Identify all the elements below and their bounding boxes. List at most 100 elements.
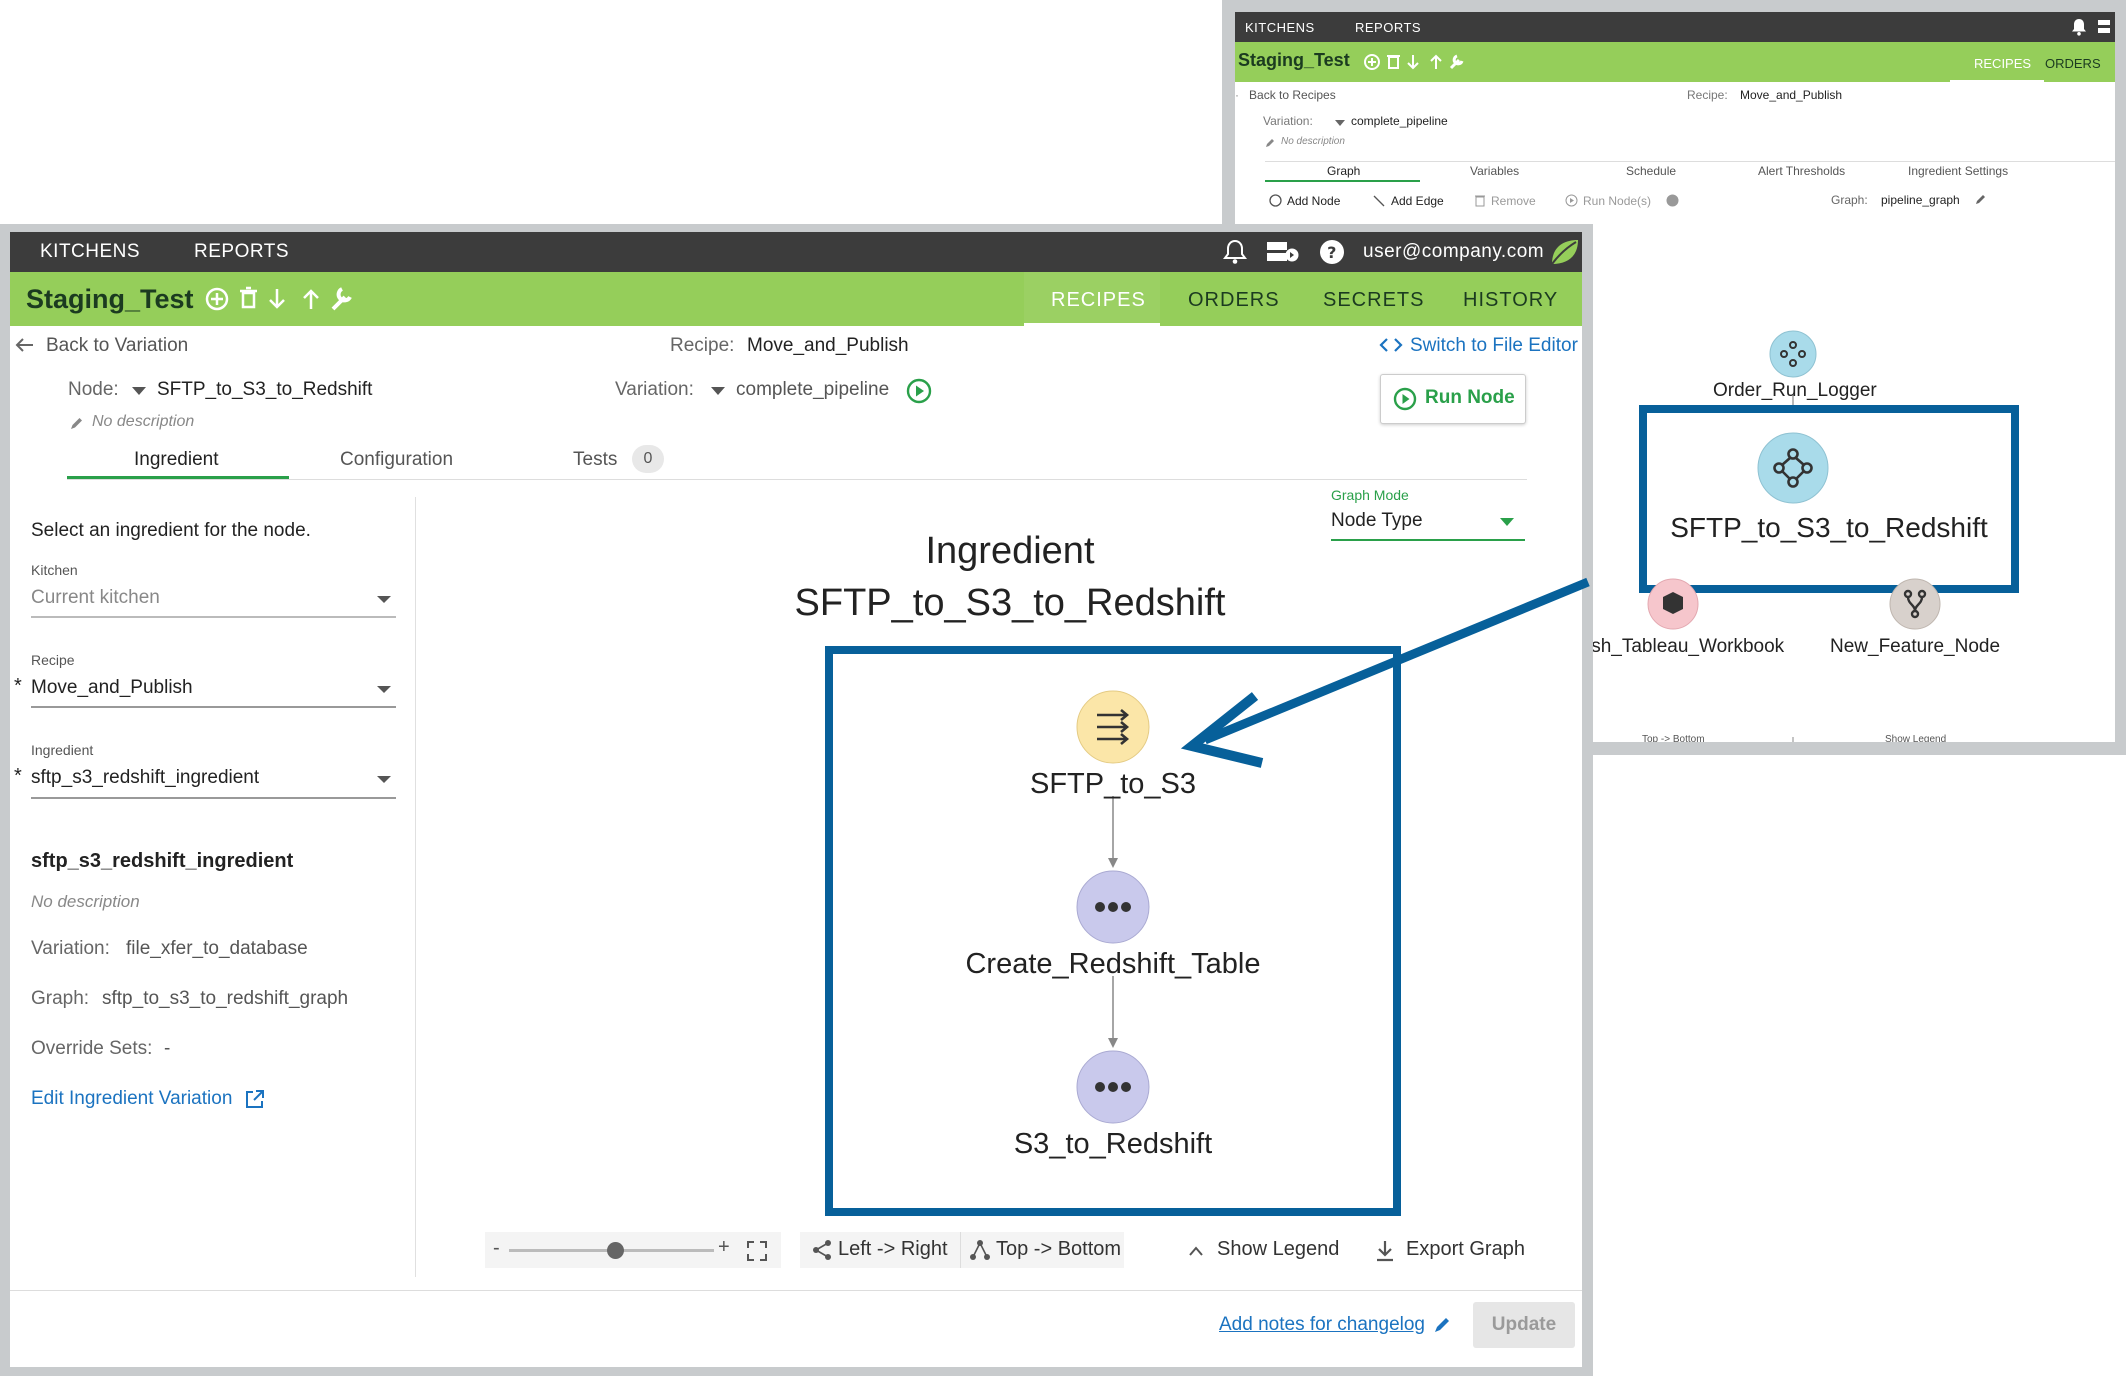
kitchen-title: Staging_Test: [26, 284, 194, 314]
export-graph-button[interactable]: Export Graph: [1406, 1238, 1525, 1261]
add-changelog-notes-link[interactable]: Add notes for changelog: [1219, 1314, 1425, 1336]
recipe-field-label: Recipe: [31, 652, 75, 668]
upload-icon[interactable]: [303, 289, 319, 309]
delete-kitchen-icon[interactable]: [240, 286, 257, 309]
bg-tableau-node[interactable]: [1647, 578, 1699, 630]
bg-show-legend-button[interactable]: Show Legend: [1885, 734, 1946, 742]
bg-new-feature-label: New_Feature_Node: [1830, 636, 2001, 657]
node-caret-icon[interactable]: [132, 387, 146, 395]
code-brackets-icon[interactable]: [1379, 337, 1403, 353]
top-bottom-button[interactable]: Top -> Bottom: [996, 1238, 1121, 1261]
run-node-play-icon: [1393, 387, 1417, 411]
more-dots-icon: [1076, 1050, 1150, 1124]
graph-subtitle: SFTP_to_S3_to_Redshift: [794, 582, 1226, 624]
run-node-button[interactable]: Run Node: [1380, 374, 1526, 424]
update-button[interactable]: Update: [1473, 1302, 1575, 1348]
ingredient-field-label: Ingredient: [31, 742, 94, 758]
bg-sftp-label: SFTP_to_S3_to_Redshift: [1670, 512, 1988, 543]
bell-icon[interactable]: [1223, 239, 1247, 265]
variation-caret-icon[interactable]: [711, 387, 725, 395]
tab-orders[interactable]: ORDERS: [1188, 289, 1280, 312]
ingredient-variation-value: file_xfer_to_database: [126, 938, 308, 959]
kitchen-select[interactable]: Current kitchen: [31, 587, 160, 609]
description-edit-icon[interactable]: [70, 416, 84, 430]
fit-screen-icon[interactable]: [747, 1241, 767, 1261]
transfer-icon: [1076, 690, 1150, 764]
tabs-divider: [67, 479, 1527, 480]
bg-order-run-logger-label: Order_Run_Logger: [1713, 380, 1877, 401]
kitchen-field-label: Kitchen: [31, 562, 78, 578]
node-selector[interactable]: SFTP_to_S3_to_Redshift: [157, 379, 372, 401]
more-dots-icon: [1076, 870, 1150, 944]
run-node-label: Run Node: [1425, 387, 1515, 408]
tab-secrets[interactable]: SECRETS: [1323, 289, 1424, 312]
ingredient-info-description: No description: [31, 892, 140, 911]
ingredient-field-underline: [31, 797, 396, 799]
node-create-redshift-table[interactable]: [1076, 870, 1150, 944]
ingredient-required-mark: *: [14, 765, 22, 787]
node-s3-to-redshift[interactable]: [1076, 1050, 1150, 1124]
node-s3-to-redshift-label: S3_to_Redshift: [1013, 1128, 1213, 1160]
override-sets-value: -: [164, 1038, 171, 1059]
tab-history[interactable]: HISTORY: [1463, 289, 1558, 312]
bg-new-feature-node[interactable]: [1889, 578, 1941, 630]
kitchen-field-underline: [31, 616, 396, 618]
graph-mode-caret-icon[interactable]: [1500, 518, 1514, 526]
edit-ingredient-variation-link[interactable]: Edit Ingredient Variation: [31, 1088, 232, 1110]
header-actions: [205, 285, 375, 313]
back-to-variation-link[interactable]: Back to Variation: [46, 335, 188, 357]
foreground-window: KITCHENS REPORTS ? user@company.com Stag…: [10, 232, 1582, 1367]
external-link-icon[interactable]: [245, 1089, 265, 1109]
recipe-label: Recipe:: [670, 335, 735, 356]
kitchen-caret-icon[interactable]: [377, 596, 391, 603]
bg-order-run-logger-node[interactable]: [1769, 330, 1817, 378]
node-sftp-to-s3-label: SFTP_to_S3: [1029, 768, 1197, 800]
brand-logo-icon: [1548, 236, 1580, 268]
help-icon[interactable]: ?: [1319, 239, 1345, 265]
ingredient-caret-icon[interactable]: [377, 776, 391, 783]
left-right-button[interactable]: Left -> Right: [838, 1238, 948, 1261]
tab-tests[interactable]: Tests: [573, 449, 617, 471]
zoom-in-button[interactable]: +: [718, 1236, 730, 1259]
show-legend-button[interactable]: Show Legend: [1217, 1238, 1339, 1261]
nav-reports[interactable]: REPORTS: [194, 241, 289, 263]
servers-status-icon[interactable]: [1266, 241, 1300, 263]
graph-mode-select[interactable]: Node Type: [1331, 510, 1423, 532]
select-ingredient-prompt: Select an ingredient for the node.: [31, 520, 311, 541]
download-icon[interactable]: [269, 289, 285, 309]
update-button-label: Update: [1491, 1314, 1557, 1335]
layout-toggle-group: Left -> Right Top -> Bottom: [800, 1232, 1124, 1268]
add-kitchen-icon[interactable]: [205, 287, 229, 311]
ingredient-select[interactable]: sftp_s3_redshift_ingredient: [31, 767, 259, 789]
bg-top-bottom-button[interactable]: Top -> Bottom: [1642, 734, 1705, 742]
zoom-out-button[interactable]: -: [493, 1237, 500, 1260]
node-create-redshift-table-label: Create_Redshift_Table: [965, 948, 1261, 980]
switch-to-file-editor-link[interactable]: Switch to File Editor: [1410, 335, 1578, 357]
override-sets-label: Override Sets:: [31, 1038, 153, 1059]
graph-mode-label: Graph Mode: [1331, 487, 1409, 503]
bg-sftp-node[interactable]: [1757, 432, 1829, 504]
pencil-icon[interactable]: [1434, 1315, 1452, 1333]
recipe-select[interactable]: Move_and_Publish: [31, 677, 193, 699]
zoom-slider-thumb[interactable]: [607, 1242, 625, 1259]
variation-selector[interactable]: complete_pipeline: [736, 379, 889, 401]
back-arrow-icon[interactable]: [14, 337, 34, 353]
tab-ingredient[interactable]: Ingredient: [134, 449, 219, 471]
bg-highlight-box: [1639, 405, 2019, 593]
tab-recipes[interactable]: RECIPES: [1051, 289, 1146, 312]
tests-count-badge: 0: [632, 445, 664, 473]
user-menu[interactable]: user@company.com: [1363, 241, 1544, 263]
graph-title: Ingredient: [925, 530, 1095, 572]
zoom-control: - +: [485, 1232, 781, 1268]
ingredient-info-title: sftp_s3_redshift_ingredient: [31, 850, 294, 872]
nav-kitchens[interactable]: KITCHENS: [40, 241, 140, 263]
wrench-icon[interactable]: [331, 287, 352, 311]
recipe-caret-icon[interactable]: [377, 686, 391, 693]
chevron-up-icon: [1188, 1245, 1204, 1257]
ingredient-variation-label: Variation:: [31, 938, 110, 959]
ingredient-graph-label: Graph:: [31, 988, 90, 1009]
run-variation-icon[interactable]: [906, 378, 932, 404]
node-sftp-to-s3[interactable]: [1076, 690, 1150, 764]
recipe-field-underline: [31, 706, 396, 708]
tab-configuration[interactable]: Configuration: [340, 449, 453, 471]
